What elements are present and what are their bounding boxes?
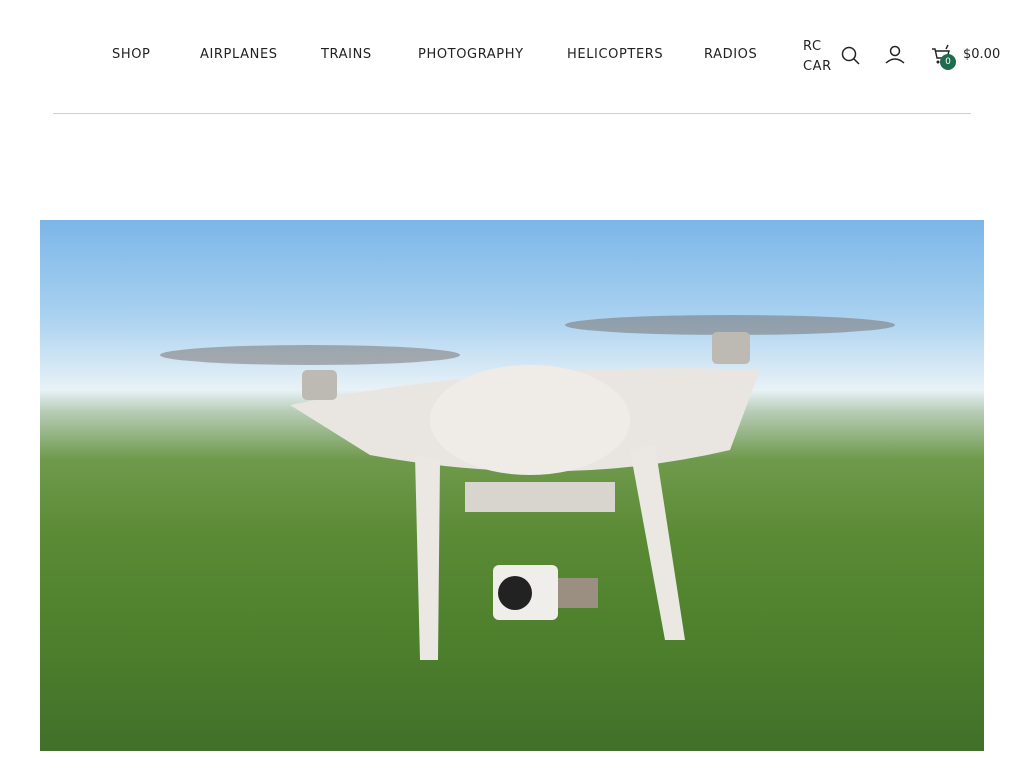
hero-image-drone bbox=[40, 220, 984, 751]
nav-shop[interactable]: SHOP bbox=[112, 47, 151, 62]
cart-count-badge: 0 bbox=[940, 54, 956, 70]
nav-airplanes[interactable]: AIRPLANES bbox=[200, 47, 278, 62]
user-icon[interactable] bbox=[884, 44, 906, 66]
search-icon[interactable] bbox=[840, 45, 862, 67]
nav-helicopters[interactable]: HELICOPTERS bbox=[567, 47, 663, 62]
nav-photography[interactable]: PHOTOGRAPHY bbox=[418, 47, 524, 62]
nav-radios[interactable]: RADIOS bbox=[704, 47, 757, 62]
cart-total[interactable]: $0.00 bbox=[963, 47, 1000, 62]
nav-trains[interactable]: TRAINS bbox=[321, 47, 372, 62]
header-divider bbox=[53, 113, 971, 114]
site-header: SHOP AIRPLANES TRAINS PHOTOGRAPHY HELICO… bbox=[0, 0, 1024, 113]
drone-illustration bbox=[160, 315, 895, 660]
nav-rc-car[interactable]: RC CAR bbox=[803, 37, 833, 77]
